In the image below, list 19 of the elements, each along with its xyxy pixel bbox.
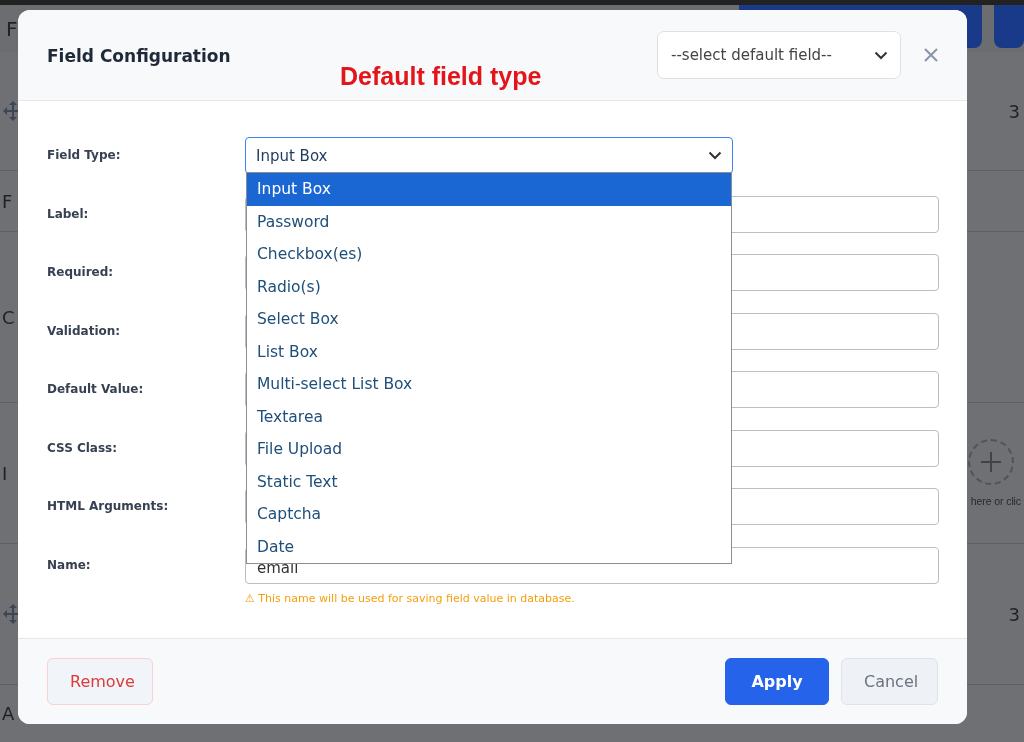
field-label: Default Value: xyxy=(47,381,145,398)
count-text: 3 xyxy=(1008,100,1020,122)
row-text: C xyxy=(2,306,15,328)
warning-note: ⚠ This name will be used for saving field value in database. xyxy=(245,591,576,605)
dialog-title: Field Configuration xyxy=(47,46,231,66)
drop-hint: here or clic xyxy=(970,495,1021,507)
field-label: CSS Class: xyxy=(47,439,119,457)
row-text: I xyxy=(2,462,8,484)
field-label: Required: xyxy=(47,264,115,281)
field-label: Label: xyxy=(47,205,90,223)
row-text: F xyxy=(2,190,13,212)
field-label: Field Type: xyxy=(47,147,122,164)
count-text: 3 xyxy=(1008,603,1020,625)
page-title: F xyxy=(6,16,18,41)
field-label: Validation: xyxy=(47,322,122,340)
field-label: Name: xyxy=(47,556,92,574)
field-label: HTML Arguments: xyxy=(47,498,170,515)
row-text: A xyxy=(2,703,15,724)
annotation-text: Default field type xyxy=(340,62,542,91)
